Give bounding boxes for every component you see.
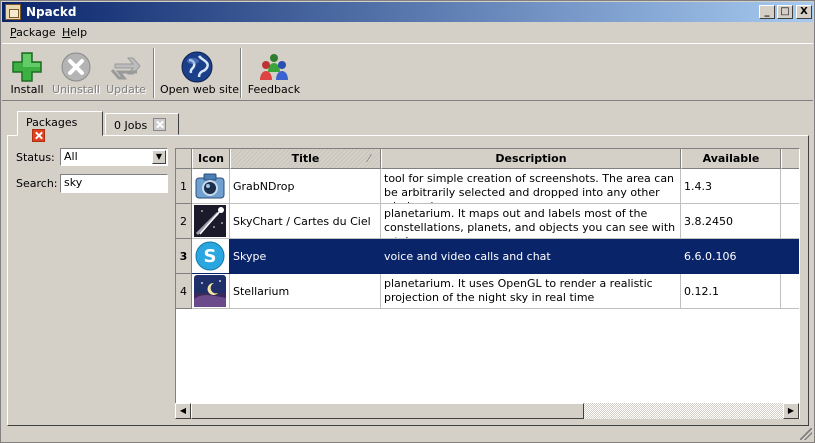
filler-cell — [781, 274, 799, 309]
table-row[interactable]: Stellarium planetarium. It uses OpenGL t… — [192, 274, 799, 309]
status-label: Status: — [16, 151, 55, 164]
svg-text:S: S — [204, 246, 217, 267]
menu-bar: Package Help — [2, 23, 813, 42]
scroll-left-icon[interactable]: ◀ — [175, 403, 191, 419]
available-version: 0.12.1 — [684, 285, 719, 298]
close-icon[interactable] — [32, 129, 45, 142]
uninstall-button[interactable]: Uninstall — [52, 48, 100, 100]
title-bar[interactable]: Npackd _ □ X — [2, 2, 813, 22]
skype-icon: S — [195, 241, 225, 271]
users-icon — [260, 54, 288, 80]
available-cell: 1.4.3 — [681, 169, 781, 204]
available-cell: 0.12.1 — [681, 274, 781, 309]
tab-packages-label: Packages — [26, 116, 78, 129]
icon-cell — [192, 169, 230, 204]
column-header-description[interactable]: Description — [381, 149, 681, 169]
search-value: sky — [64, 176, 83, 189]
close-icon[interactable] — [153, 118, 167, 131]
column-header-title-label: Title — [291, 152, 320, 165]
window-title: Npackd — [26, 5, 77, 19]
resize-grip-icon[interactable] — [800, 428, 812, 440]
available-version: 3.8.2450 — [684, 215, 733, 228]
npackd-app-icon — [5, 4, 21, 20]
install-label: Install — [10, 83, 44, 96]
package-title: Stellarium — [233, 285, 290, 298]
table-corner[interactable] — [176, 149, 192, 169]
description-cell: tool for simple creation of screenshots.… — [381, 169, 681, 204]
toolbar: Install Uninstall Update Open web site F… — [2, 43, 813, 101]
globe-icon — [181, 51, 213, 83]
camera-icon — [195, 173, 225, 199]
column-header-icon[interactable]: Icon — [192, 149, 230, 169]
packages-table: Icon Title ⁄ Description Available 1 Grab… — [175, 148, 800, 419]
status-select[interactable]: All ▼ — [60, 148, 168, 166]
description-cell: planetarium. It uses OpenGL to render a … — [381, 274, 681, 309]
row-number[interactable]: 3 — [176, 239, 192, 274]
filler-cell — [781, 169, 799, 204]
title-cell: Skype — [230, 239, 381, 274]
icon-cell: S — [192, 239, 230, 274]
night-sky-icon — [194, 275, 226, 307]
minimize-button[interactable]: _ — [759, 5, 775, 19]
row-number[interactable]: 4 — [176, 274, 192, 309]
toolbar-separator — [240, 48, 242, 98]
scrollbar-thumb[interactable] — [191, 403, 584, 419]
search-label: Search: — [16, 177, 58, 190]
filler-cell — [781, 239, 799, 274]
refresh-icon — [110, 57, 141, 80]
search-input[interactable]: sky — [60, 174, 168, 193]
toolbar-separator — [153, 48, 155, 98]
status-value: All — [64, 150, 78, 163]
uninstall-label: Uninstall — [52, 83, 100, 96]
table-row[interactable]: SkyChart / Cartes du Ciel planetarium. I… — [192, 204, 799, 239]
table-row[interactable]: GrabNDrop tool for simple creation of sc… — [192, 169, 799, 204]
row-number[interactable]: 2 — [176, 204, 192, 239]
tab-jobs-label: 0 Jobs — [114, 119, 148, 132]
available-version: 6.6.0.106 — [684, 250, 737, 263]
package-description: voice and video calls and chat — [384, 250, 551, 263]
delete-icon — [61, 52, 91, 82]
sort-indicator-icon: ⁄ — [368, 152, 370, 165]
package-title: SkyChart / Cartes du Ciel — [233, 215, 371, 228]
chevron-down-icon[interactable]: ▼ — [152, 150, 166, 164]
icon-cell — [192, 274, 230, 309]
update-button[interactable]: Update — [104, 48, 148, 100]
tab-jobs[interactable]: 0 Jobs — [105, 113, 179, 135]
available-version: 1.4.3 — [684, 180, 712, 193]
package-title: GrabNDrop — [233, 180, 295, 193]
column-header-available[interactable]: Available — [681, 149, 781, 169]
column-header-filler — [781, 149, 799, 169]
install-button[interactable]: Install — [8, 48, 46, 100]
comet-icon — [194, 205, 226, 237]
description-cell: planetarium. It maps out and labels most… — [381, 204, 681, 239]
row-number[interactable]: 1 — [176, 169, 192, 204]
table-row[interactable]: S Skype voice and video calls and chat 6… — [192, 239, 799, 274]
app-window: Npackd _ □ X Package Help Install Uninst… — [0, 0, 815, 443]
icon-cell — [192, 204, 230, 239]
available-cell: 6.6.0.106 — [681, 239, 781, 274]
title-cell: GrabNDrop — [230, 169, 381, 204]
plus-icon — [12, 52, 42, 82]
title-cell: Stellarium — [230, 274, 381, 309]
available-cell: 3.8.2450 — [681, 204, 781, 239]
feedback-label: Feedback — [247, 83, 301, 96]
scroll-right-icon[interactable]: ▶ — [783, 403, 799, 419]
description-cell: voice and video calls and chat — [381, 239, 681, 274]
maximize-button[interactable]: □ — [777, 5, 793, 19]
column-header-title[interactable]: Title ⁄ — [230, 149, 381, 169]
horizontal-scrollbar[interactable]: ◀ ▶ — [175, 403, 799, 419]
title-cell: SkyChart / Cartes du Ciel — [230, 204, 381, 239]
open-web-site-label: Open web site — [160, 83, 239, 96]
package-title: Skype — [233, 250, 267, 263]
menu-package[interactable]: Package — [10, 26, 56, 39]
update-label: Update — [106, 83, 146, 96]
open-web-site-button[interactable]: Open web site — [160, 48, 239, 100]
filler-cell — [781, 204, 799, 239]
close-button[interactable]: X — [796, 5, 812, 19]
menu-help[interactable]: Help — [62, 26, 87, 39]
feedback-button[interactable]: Feedback — [246, 48, 302, 100]
tab-packages[interactable]: Packages — [17, 111, 103, 142]
